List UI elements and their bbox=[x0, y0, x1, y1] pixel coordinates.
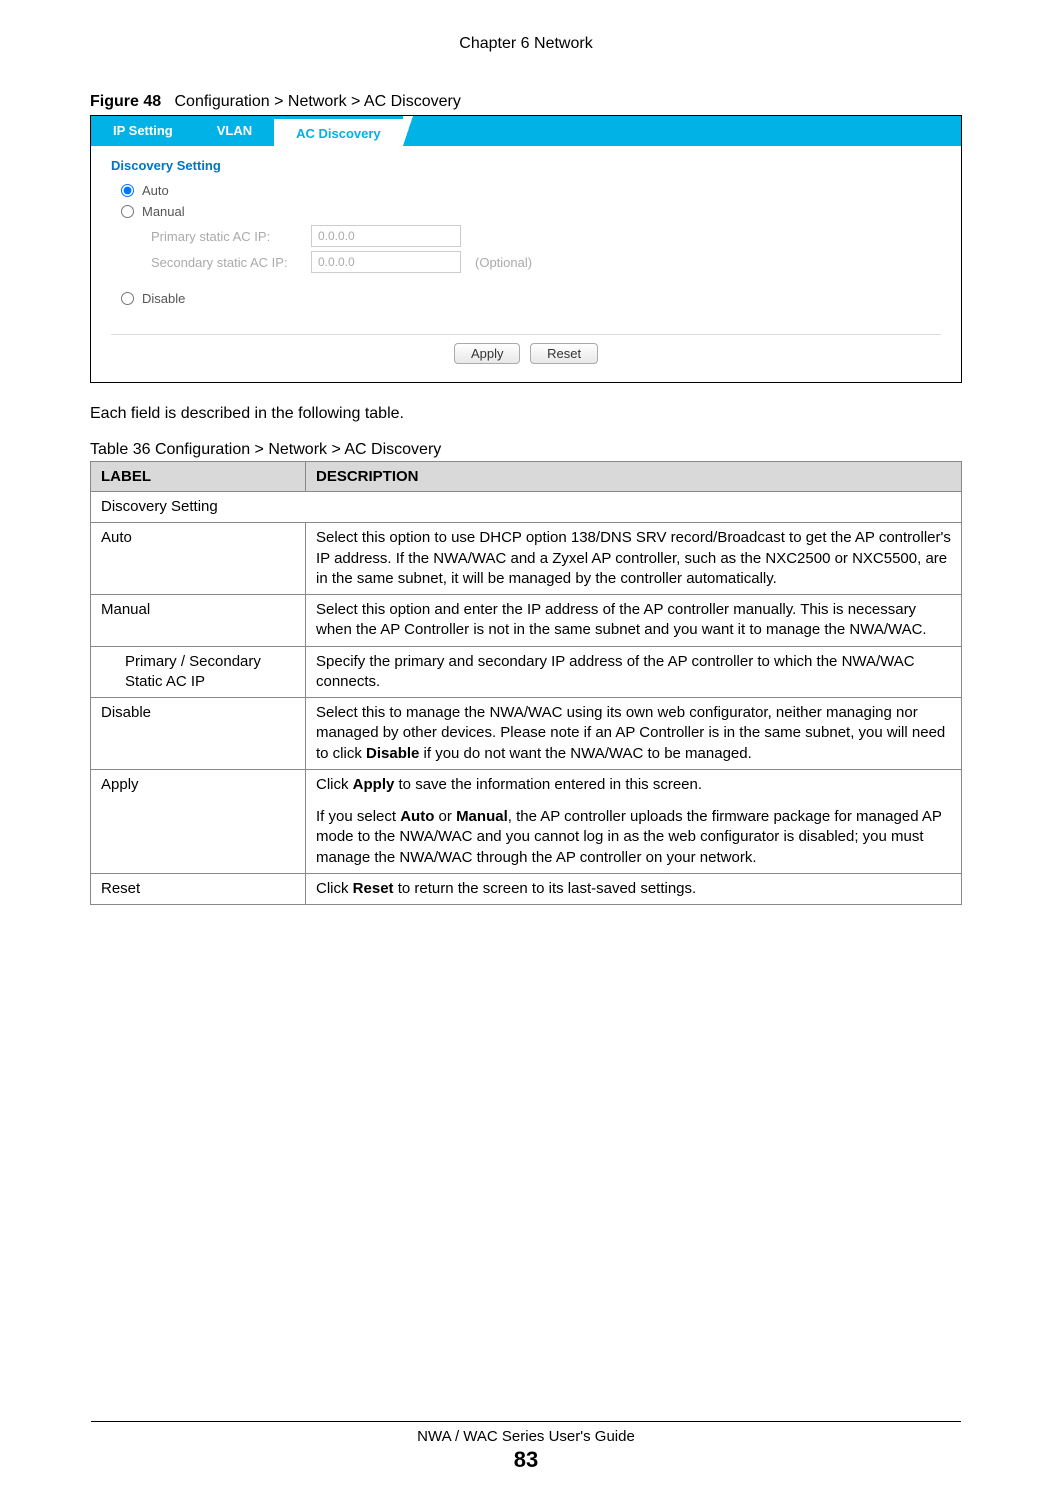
row-apply-label: Apply bbox=[91, 769, 306, 873]
row-discovery-setting: Discovery Setting bbox=[91, 492, 962, 523]
radio-auto-label: Auto bbox=[142, 183, 169, 198]
table-header-description: DESCRIPTION bbox=[306, 462, 962, 492]
figure-label: Figure 48 bbox=[90, 93, 161, 110]
secondary-ip-input[interactable] bbox=[311, 251, 461, 273]
row-manual-desc: Select this option and enter the IP addr… bbox=[306, 595, 962, 647]
row-reset-label: Reset bbox=[91, 873, 306, 904]
row-auto-label: Auto bbox=[91, 523, 306, 595]
secondary-ip-label: Secondary static AC IP: bbox=[151, 255, 311, 270]
radio-disable-label: Disable bbox=[142, 291, 185, 306]
radio-auto[interactable] bbox=[121, 184, 134, 197]
tab-edge bbox=[403, 116, 413, 146]
row-primary-secondary-label: Primary / Secondary Static AC IP bbox=[91, 646, 306, 698]
table-caption: Table 36 Configuration > Network > AC Di… bbox=[90, 441, 962, 459]
tab-vlan[interactable]: VLAN bbox=[195, 116, 274, 146]
screenshot-figure: IP Setting VLAN AC Discovery Discovery S… bbox=[90, 115, 962, 383]
tab-ip-setting[interactable]: IP Setting bbox=[91, 116, 195, 146]
row-auto-desc: Select this option to use DHCP option 13… bbox=[306, 523, 962, 595]
row-apply-desc: Click Apply to save the information ente… bbox=[306, 769, 962, 873]
page-header: Chapter 6 Network bbox=[0, 0, 1052, 53]
row-reset-desc: Click Reset to return the screen to its … bbox=[306, 873, 962, 904]
tabs-bar: IP Setting VLAN AC Discovery bbox=[91, 116, 961, 146]
table-header-label: LABEL bbox=[91, 462, 306, 492]
reset-button[interactable]: Reset bbox=[530, 343, 598, 364]
apply-button[interactable]: Apply bbox=[454, 343, 521, 364]
primary-ip-input[interactable] bbox=[311, 225, 461, 247]
row-disable-desc: Select this to manage the NWA/WAC using … bbox=[306, 698, 962, 770]
page-footer: NWA / WAC Series User's Guide 83 bbox=[0, 1421, 1052, 1473]
radio-manual-label: Manual bbox=[142, 204, 185, 219]
figure-caption: Figure 48 Configuration > Network > AC D… bbox=[90, 93, 962, 111]
intro-text: Each field is described in the following… bbox=[90, 405, 962, 423]
primary-ip-label: Primary static AC IP: bbox=[151, 229, 311, 244]
row-primary-secondary-desc: Specify the primary and secondary IP add… bbox=[306, 646, 962, 698]
radio-manual[interactable] bbox=[121, 205, 134, 218]
section-title-discovery: Discovery Setting bbox=[111, 158, 941, 173]
row-manual-label: Manual bbox=[91, 595, 306, 647]
footer-page-number: 83 bbox=[0, 1447, 1052, 1473]
row-disable-label: Disable bbox=[91, 698, 306, 770]
radio-disable[interactable] bbox=[121, 292, 134, 305]
figure-caption-text: Configuration > Network > AC Discovery bbox=[174, 93, 460, 110]
optional-label: (Optional) bbox=[475, 255, 532, 270]
description-table: LABEL DESCRIPTION Discovery Setting Auto… bbox=[90, 461, 962, 905]
footer-title: NWA / WAC Series User's Guide bbox=[0, 1428, 1052, 1445]
tab-ac-discovery[interactable]: AC Discovery bbox=[274, 117, 403, 147]
